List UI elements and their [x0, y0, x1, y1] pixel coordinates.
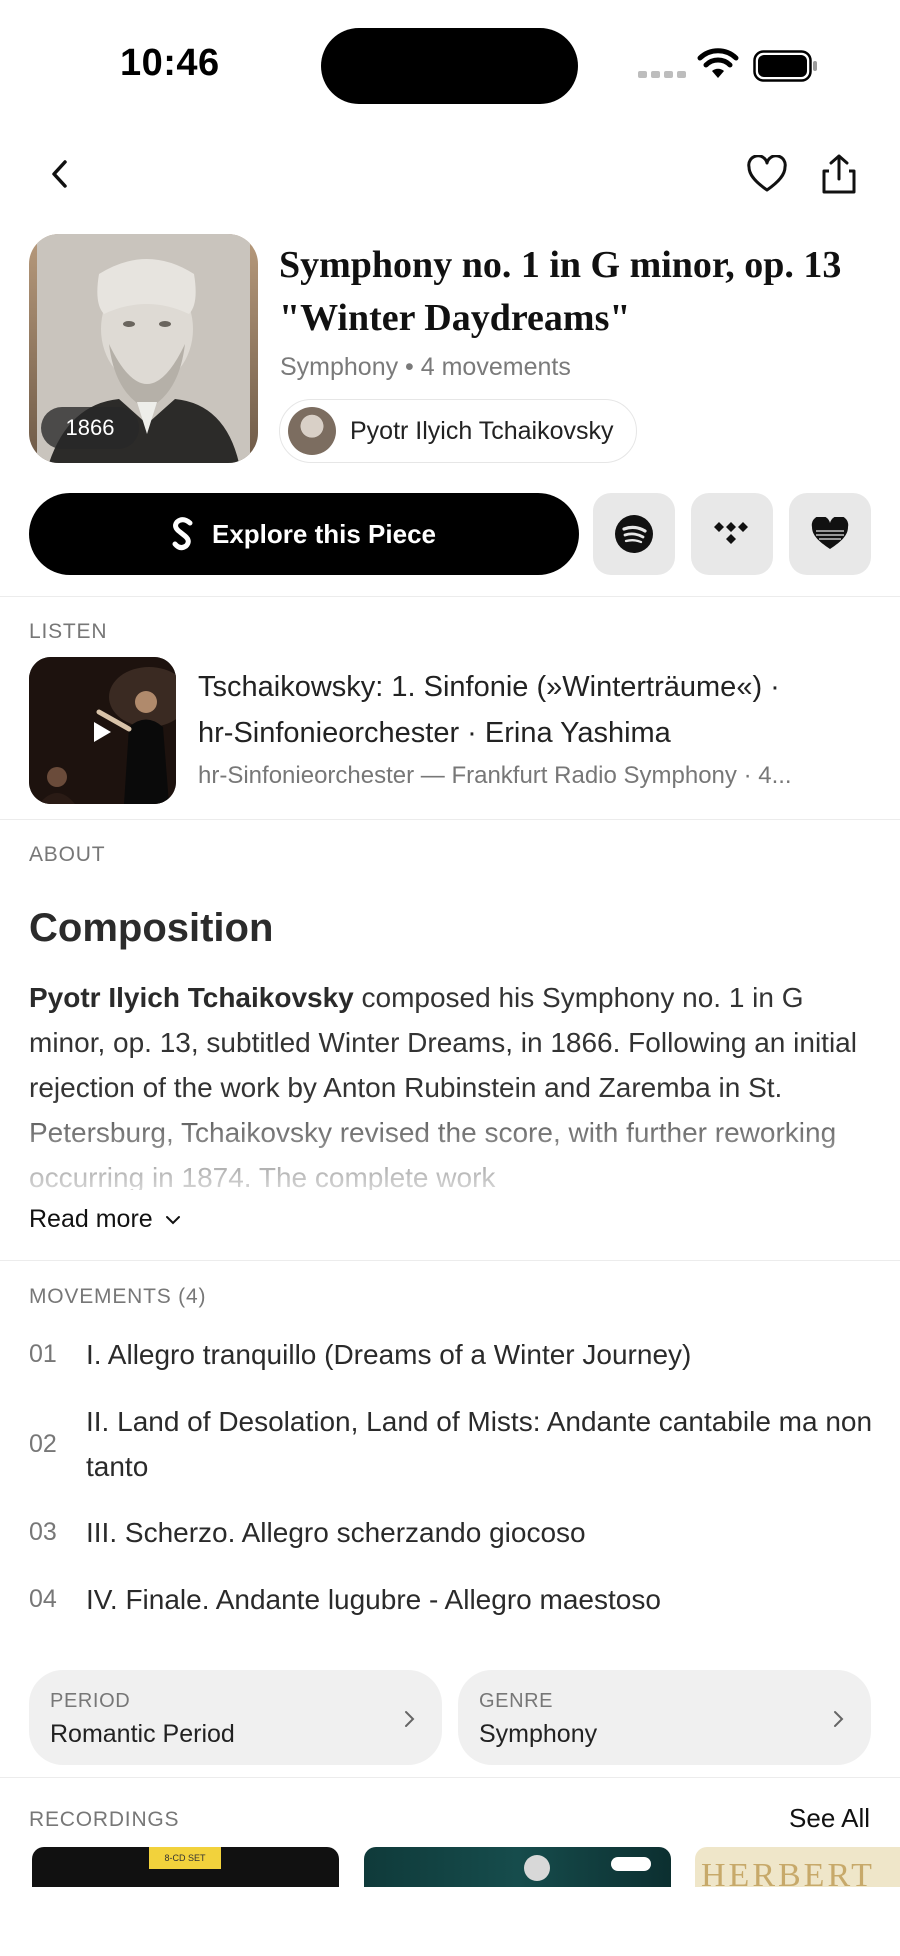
dynamic-island — [321, 28, 578, 104]
movement-row[interactable]: 01 I. Allegro tranquillo (Dreams of a Wi… — [29, 1332, 874, 1377]
share-icon — [822, 154, 856, 194]
listen-label: LISTEN — [29, 620, 108, 643]
composer-chip[interactable]: Pyotr Ilyich Tchaikovsky — [279, 399, 637, 463]
deezer-button[interactable] — [789, 493, 871, 575]
recordings-label: RECORDINGS — [29, 1808, 180, 1831]
composer-avatar — [288, 407, 336, 455]
movement-row[interactable]: 04 IV. Finale. Andante lugubre - Allegro… — [29, 1577, 874, 1622]
tidal-icon — [714, 522, 748, 544]
genre-value: Symphony — [479, 1720, 598, 1748]
period-value: Romantic Period — [50, 1720, 235, 1748]
about-body: composed his Symphony no. 1 in G minor, … — [29, 982, 857, 1190]
about-label: ABOUT — [29, 843, 106, 866]
composer-name: Pyotr Ilyich Tchaikovsky — [350, 416, 614, 445]
chevron-right-icon — [834, 1711, 844, 1727]
about-text: Pyotr Ilyich Tchaikovsky composed his Sy… — [29, 975, 874, 1190]
about-composer: Pyotr Ilyich Tchaikovsky — [29, 982, 354, 1013]
label-logo — [611, 1857, 651, 1871]
app-logo-icon — [172, 517, 193, 551]
year-badge: 1866 — [41, 407, 139, 449]
movement-title: IV. Finale. Andante lugubre - Allegro ma… — [86, 1584, 661, 1615]
recording-subtitle: hr-Sinfonieorchester — Frankfurt Radio S… — [198, 762, 792, 789]
divider — [0, 1260, 900, 1261]
back-button[interactable] — [38, 152, 82, 196]
movement-title: III. Scherzo. Allegro scherzando giocoso — [86, 1517, 586, 1548]
see-all-button[interactable]: See All — [789, 1803, 870, 1834]
read-more-button[interactable]: Read more — [29, 1205, 181, 1234]
cover-badge: 8-CD SET — [149, 1847, 221, 1869]
divider — [0, 596, 900, 597]
signal-icon — [638, 71, 686, 78]
recording-cover[interactable]: 8-CD SET — [32, 1847, 339, 1887]
heart-icon — [747, 155, 787, 192]
genre-label: GENRE — [479, 1690, 554, 1712]
divider — [0, 819, 900, 820]
period-card[interactable]: PERIOD Romantic Period — [29, 1670, 442, 1765]
movement-title: II. Land of Desolation, Land of Mists: A… — [86, 1406, 873, 1482]
movement-row[interactable]: 03 III. Scherzo. Allegro scherzando gioc… — [29, 1510, 874, 1555]
explore-label: Explore this Piece — [212, 518, 436, 549]
share-button[interactable] — [817, 152, 861, 196]
movement-number: 03 — [29, 1518, 57, 1546]
about-heading: Composition — [29, 906, 274, 950]
page-title: Symphony no. 1 in G minor, op. 13 "Winte… — [279, 244, 842, 339]
chevron-down-icon — [165, 1215, 180, 1224]
genre-card[interactable]: GENRE Symphony — [458, 1670, 871, 1765]
recording-title-line: Tschaikowsky: 1. Sinfonie (»Winterträume… — [198, 671, 780, 703]
period-label: PERIOD — [50, 1690, 131, 1712]
status-bar: 10:46 — [0, 0, 900, 130]
recording-thumbnail[interactable] — [29, 657, 176, 804]
chevron-right-icon — [405, 1711, 415, 1727]
movement-number: 01 — [29, 1340, 57, 1368]
divider — [0, 1777, 900, 1778]
battery-icon — [753, 50, 817, 82]
read-more-label: Read more — [29, 1205, 153, 1233]
recording-title-line: hr-Sinfonieorchester · Erina Yashima — [198, 717, 671, 749]
movements-label: MOVEMENTS (4) — [29, 1285, 207, 1308]
action-row: Explore this Piece — [29, 493, 871, 575]
movement-number: 02 — [29, 1429, 57, 1458]
recording-cover[interactable] — [364, 1847, 671, 1887]
cover-title: HERBERT — [701, 1857, 875, 1887]
chevron-left-icon — [52, 160, 67, 188]
cover-figure — [524, 1855, 550, 1881]
spotify-button[interactable] — [593, 493, 675, 575]
work-header: 1866 Symphony no. 1 in G minor, op. 13 "… — [29, 234, 871, 464]
nav-bar — [0, 140, 900, 206]
recording-title[interactable]: Tschaikowsky: 1. Sinfonie (»Winterträume… — [198, 664, 858, 756]
explore-button[interactable]: Explore this Piece — [29, 493, 579, 575]
favorite-button[interactable] — [745, 152, 789, 196]
movement-number: 04 — [29, 1585, 57, 1613]
status-time: 10:46 — [120, 42, 220, 84]
recording-cover[interactable]: HERBERT — [695, 1847, 900, 1887]
deezer-icon — [811, 517, 849, 549]
movement-row[interactable]: 02 II. Land of Desolation, Land of Mists… — [29, 1399, 874, 1489]
composer-portrait: 1866 — [29, 234, 258, 463]
movement-title: I. Allegro tranquillo (Dreams of a Winte… — [86, 1339, 692, 1370]
wifi-icon — [697, 48, 739, 78]
work-subtitle: Symphony • 4 movements — [280, 353, 571, 381]
spotify-icon — [615, 515, 653, 553]
tidal-button[interactable] — [691, 493, 773, 575]
